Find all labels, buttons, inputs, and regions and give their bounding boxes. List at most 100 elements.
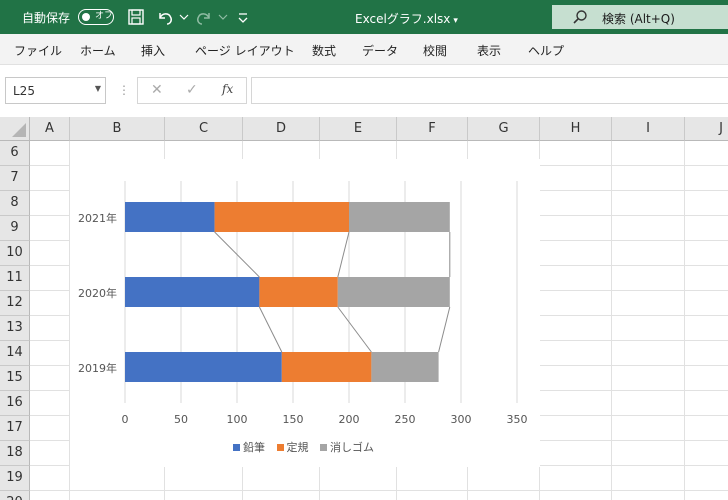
undo-icon[interactable] <box>155 7 175 27</box>
row-header-19[interactable]: 19 <box>0 466 30 491</box>
file-title[interactable]: Excelグラフ.xlsx ▾ <box>355 10 458 27</box>
series-line <box>438 306 451 353</box>
category-label-2021: 2021年 <box>78 212 117 225</box>
legend-swatch <box>276 444 284 451</box>
column-header-h[interactable]: H <box>540 117 612 141</box>
legend-item: 消しゴム <box>320 439 374 455</box>
tab-formulas[interactable]: 数式 <box>312 42 336 59</box>
search-icon <box>573 10 587 24</box>
autosave-label: 自動保存 <box>22 11 71 25</box>
tab-data[interactable]: データ <box>362 42 398 59</box>
ribbon-tabs: ファイル ホーム 挿入 ページ レイアウト 数式 データ 校閲 表示 ヘルプ <box>0 34 728 65</box>
row-header-16[interactable]: 16 <box>0 391 30 416</box>
legend-label: 消しゴム <box>330 441 374 454</box>
row-header-7[interactable]: 7 <box>0 166 30 191</box>
bar-segment <box>337 277 450 307</box>
bar-segment <box>125 352 282 382</box>
stacked-bar-chart[interactable]: 2021年 2020年 2019年 0 50 100 150 200 250 3… <box>70 159 540 467</box>
series-line <box>337 306 372 353</box>
x-tick-label: 350 <box>506 413 528 426</box>
bar-segment <box>214 202 349 232</box>
save-icon[interactable] <box>126 7 146 27</box>
bar-segment <box>125 202 215 232</box>
column-header-a[interactable]: A <box>30 117 70 141</box>
column-header-i[interactable]: I <box>612 117 685 141</box>
x-tick-label: 200 <box>338 413 360 426</box>
undo-dropdown-icon[interactable] <box>174 7 194 27</box>
redo-dropdown-icon[interactable] <box>213 7 233 27</box>
autosave-state: オフ <box>95 11 114 21</box>
row-header-14[interactable]: 14 <box>0 341 30 366</box>
name-box-value: L25 <box>13 84 35 98</box>
x-tick-label: 250 <box>394 413 416 426</box>
search-box[interactable]: 検索 (Alt+Q) <box>552 5 728 29</box>
row-header-20[interactable]: 20 <box>0 491 30 500</box>
category-label-2019: 2019年 <box>78 362 117 375</box>
row-header-6[interactable]: 6 <box>0 141 30 166</box>
autosave-toggle[interactable]: オフ <box>78 9 114 25</box>
redo-icon[interactable] <box>194 7 214 27</box>
tab-help[interactable]: ヘルプ <box>528 42 564 59</box>
tab-page-layout[interactable]: ページ レイアウト <box>195 42 295 59</box>
legend-item: 鉛筆 <box>233 439 265 455</box>
gridline <box>611 141 612 500</box>
gridline <box>684 141 685 500</box>
x-tick-label: 300 <box>450 413 472 426</box>
bar-segment <box>349 202 450 232</box>
select-all-button[interactable] <box>0 117 30 141</box>
legend-swatch <box>233 444 240 451</box>
row-header-11[interactable]: 11 <box>0 266 30 291</box>
insert-function-icon[interactable]: fx <box>222 82 233 96</box>
formula-input[interactable] <box>251 77 728 104</box>
x-tick-label: 50 <box>174 413 188 426</box>
legend-label: 定規 <box>286 441 309 454</box>
tab-file[interactable]: ファイル <box>14 42 62 59</box>
row-header-9[interactable]: 9 <box>0 216 30 241</box>
gridline <box>30 490 728 491</box>
column-header-c[interactable]: C <box>165 117 243 141</box>
row-header-13[interactable]: 13 <box>0 316 30 341</box>
bar-segment <box>125 277 260 307</box>
name-box[interactable]: L25 ▼ <box>5 77 106 104</box>
category-label-2020: 2020年 <box>78 287 117 300</box>
formula-bar: L25 ▼ ⋮ ✕ ✓ fx <box>0 65 728 117</box>
x-tick-label: 150 <box>282 413 304 426</box>
customize-toolbar-icon[interactable] <box>233 7 253 27</box>
tab-review[interactable]: 校閲 <box>423 42 447 59</box>
chart-legend: 鉛筆 定規 消しゴム <box>233 439 382 455</box>
row-header-18[interactable]: 18 <box>0 441 30 466</box>
bar-segment <box>281 352 372 382</box>
column-header-e[interactable]: E <box>320 117 397 141</box>
legend-swatch <box>320 444 327 451</box>
formula-buttons: ✕ ✓ fx <box>137 77 247 104</box>
row-header-8[interactable]: 8 <box>0 191 30 216</box>
column-header-g[interactable]: G <box>468 117 540 141</box>
series-line <box>337 231 350 278</box>
cancel-icon[interactable]: ✕ <box>151 82 163 98</box>
bar-segment <box>259 277 338 307</box>
more-options-icon[interactable]: ⋮ <box>118 83 130 97</box>
row-header-12[interactable]: 12 <box>0 291 30 316</box>
chevron-down-icon[interactable]: ▼ <box>95 84 101 93</box>
tab-insert[interactable]: 挿入 <box>141 42 165 59</box>
row-header-10[interactable]: 10 <box>0 241 30 266</box>
series-line <box>258 306 283 353</box>
column-header-j[interactable]: J <box>685 117 728 141</box>
x-tick-label: 100 <box>226 413 248 426</box>
row-header-17[interactable]: 17 <box>0 416 30 441</box>
tab-home[interactable]: ホーム <box>80 42 116 59</box>
enter-icon[interactable]: ✓ <box>186 82 198 98</box>
search-placeholder: 検索 (Alt+Q) <box>602 12 675 26</box>
row-header-15[interactable]: 15 <box>0 366 30 391</box>
legend-item: 定規 <box>276 439 309 455</box>
select-all-triangle-icon <box>12 123 26 137</box>
column-header-b[interactable]: B <box>70 117 165 141</box>
column-header-f[interactable]: F <box>397 117 468 141</box>
x-tick-label: 0 <box>121 413 129 426</box>
file-name: Excelグラフ.xlsx <box>355 12 451 26</box>
chevron-down-icon: ▾ <box>453 16 458 26</box>
tab-view[interactable]: 表示 <box>477 42 501 59</box>
legend-label: 鉛筆 <box>243 441 265 454</box>
column-header-d[interactable]: D <box>243 117 320 141</box>
title-bar: 自動保存 オフ Excelグラフ.xlsx ▾ 検索 (Alt+Q) <box>0 0 728 34</box>
